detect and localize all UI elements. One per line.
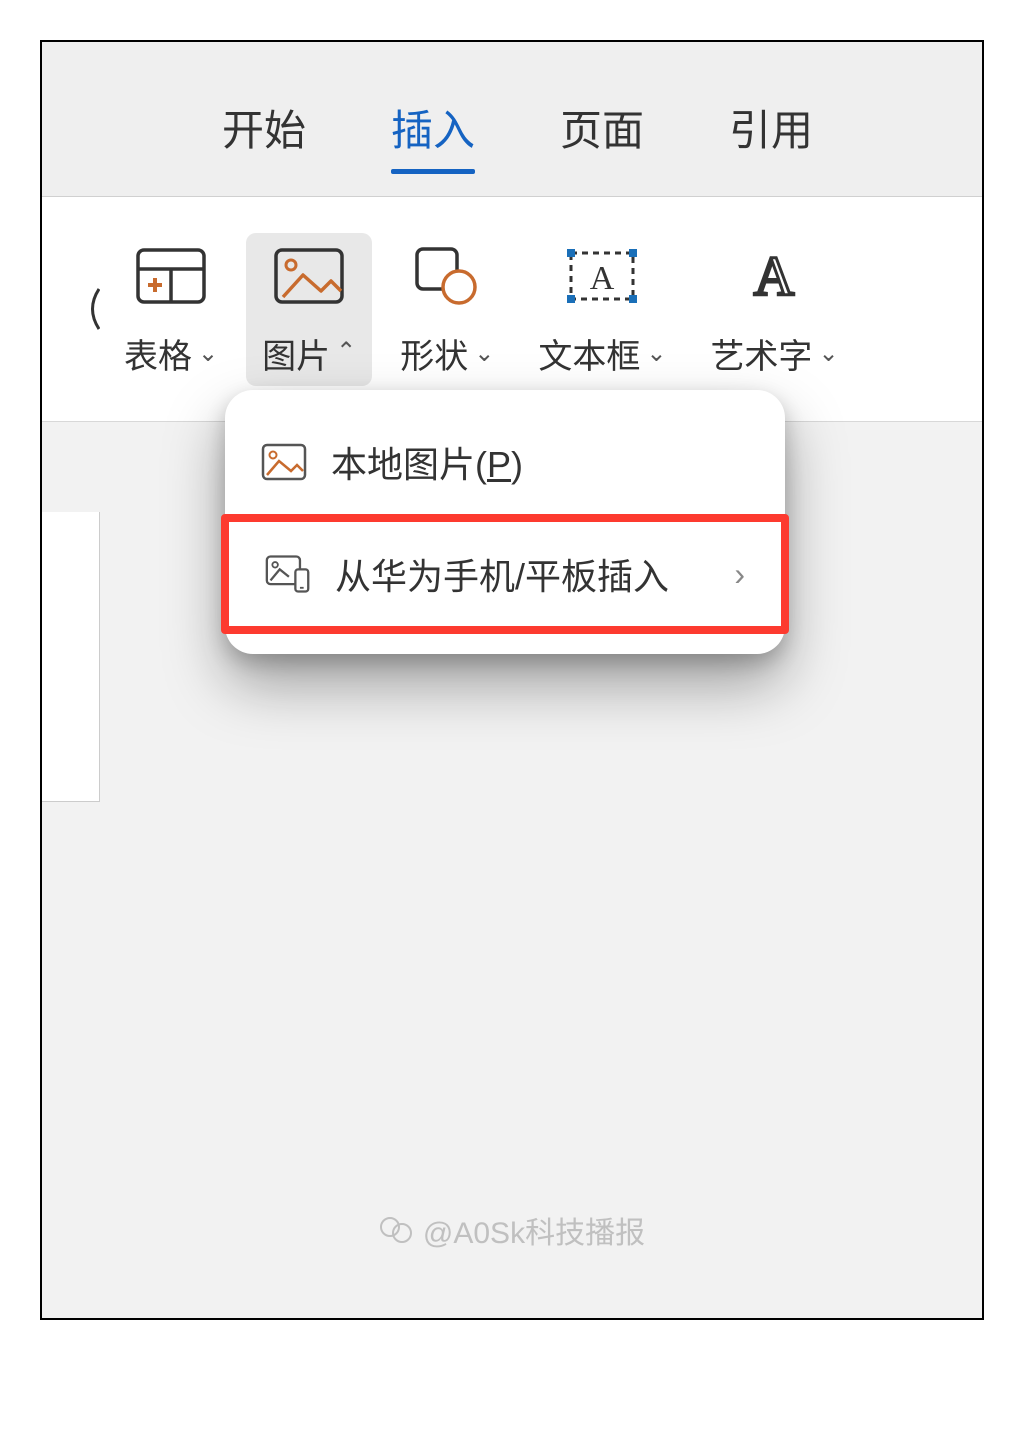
ribbon-picture-label: 图片: [262, 329, 330, 378]
wordart-icon: A: [738, 241, 810, 311]
table-icon: [135, 241, 207, 311]
picture-icon: [261, 441, 307, 483]
ribbon-left-edge: [82, 279, 102, 339]
menu-huawei-label: 从华为手机/平板插入: [335, 548, 669, 600]
tab-insert[interactable]: 插入: [391, 97, 475, 196]
ribbon-wordart[interactable]: A 艺术字⌄: [694, 233, 854, 386]
chevron-down-icon: ⌄: [474, 339, 494, 368]
chevron-down-icon: ⌄: [818, 339, 838, 368]
chevron-up-icon: ⌃: [336, 337, 356, 366]
tab-page[interactable]: 页面: [560, 97, 644, 196]
watermark: @A0Sk科技播报: [42, 1208, 982, 1252]
ribbon-shape-label: 形状: [400, 329, 468, 378]
menu-insert-from-huawei[interactable]: 从华为手机/平板插入 ›: [229, 522, 781, 626]
ribbon-table[interactable]: 表格⌄: [108, 233, 234, 386]
menu-local-picture[interactable]: 本地图片(P): [225, 410, 785, 514]
picture-phone-icon: [265, 553, 311, 595]
picture-dropdown: 本地图片(P) 从华为手机/平板插入 ›: [225, 390, 785, 654]
watermark-text: @A0Sk科技播报: [423, 1208, 645, 1252]
shape-icon: [411, 241, 483, 311]
svg-text:A: A: [754, 246, 795, 307]
chevron-down-icon: ⌄: [198, 339, 218, 368]
chevron-down-icon: ⌄: [646, 339, 666, 368]
ribbon-wordart-label: 艺术字: [710, 329, 812, 378]
picture-icon: [273, 241, 345, 311]
ribbon-textbox-label: 文本框: [538, 329, 640, 378]
ribbon-shape[interactable]: 形状⌄: [384, 233, 510, 386]
insert-ribbon: 表格⌄ 图片⌃ 形状⌄: [42, 197, 982, 422]
tab-start[interactable]: 开始: [222, 97, 306, 196]
page-edge: [42, 512, 100, 802]
chevron-right-icon: ›: [734, 556, 745, 593]
highlight-box: 从华为手机/平板插入 ›: [221, 514, 789, 634]
app-window: 开始 插入 页面 引用 表格⌄: [40, 40, 984, 1320]
ribbon-textbox[interactable]: A 文本框⌄: [522, 233, 682, 386]
tab-reference[interactable]: 引用: [729, 97, 813, 196]
tabs-bar: 开始 插入 页面 引用: [42, 42, 982, 197]
svg-text:A: A: [590, 260, 615, 297]
ribbon-table-label: 表格: [124, 329, 192, 378]
menu-local-picture-label: 本地图片(P): [331, 436, 523, 488]
textbox-icon: A: [563, 241, 641, 311]
ribbon-picture[interactable]: 图片⌃: [246, 233, 372, 386]
